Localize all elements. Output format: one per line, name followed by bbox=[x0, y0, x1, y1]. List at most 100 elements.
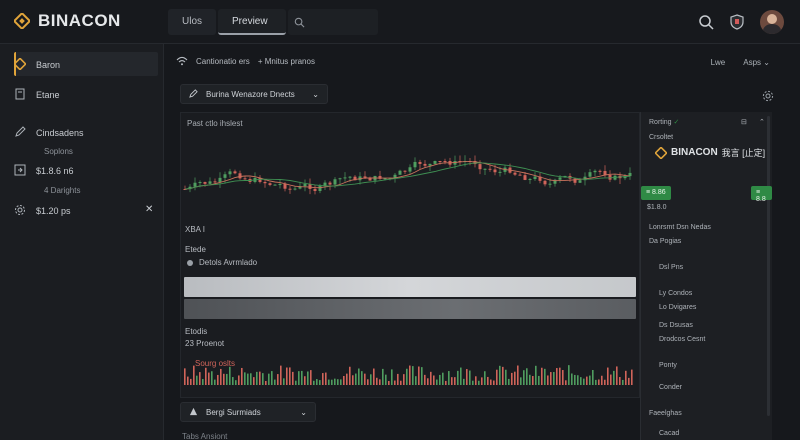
right-panel-title: Rorting ✓ bbox=[649, 119, 680, 126]
lock-icon[interactable]: ⊟ bbox=[741, 118, 747, 126]
right-list-item[interactable]: Da Pogias bbox=[649, 238, 681, 245]
volume-bar bbox=[514, 371, 516, 385]
scrollbar[interactable] bbox=[767, 116, 770, 416]
right-list-item[interactable]: Cacad bbox=[659, 430, 679, 437]
candle-body bbox=[213, 181, 217, 183]
volume-bar bbox=[502, 366, 504, 385]
volume-bar bbox=[544, 368, 546, 385]
volume-bar bbox=[325, 372, 327, 385]
sidebar-item-etane[interactable]: Etane bbox=[14, 88, 60, 102]
sidebar-item-baron[interactable]: Baron bbox=[13, 57, 60, 72]
bottom-label-cut: Tabs Ansiont bbox=[182, 432, 228, 440]
right-list-item[interactable]: Ds Dsusas bbox=[659, 322, 693, 329]
control-asps[interactable]: Asps ⌄ bbox=[743, 58, 770, 67]
candle-body bbox=[233, 171, 237, 174]
tab-preview[interactable]: Preview bbox=[218, 9, 286, 35]
tab-search[interactable] bbox=[287, 9, 378, 35]
right-list-item[interactable]: Conder bbox=[659, 384, 682, 391]
candle-body bbox=[528, 179, 532, 181]
sidebar-subitem[interactable]: 4 Darights bbox=[44, 186, 80, 195]
volume-bar bbox=[547, 375, 549, 385]
volume-bar bbox=[436, 379, 438, 385]
right-list-item[interactable]: Ponty bbox=[659, 362, 677, 369]
depth-bar-dark bbox=[184, 299, 636, 319]
dot-icon bbox=[187, 259, 193, 266]
volume-bar bbox=[322, 373, 324, 385]
sidebar-item-price-2[interactable]: $1.20 ps bbox=[14, 204, 71, 218]
volume-bar bbox=[472, 380, 474, 385]
sidebar-item-cindsadens[interactable]: Cindsadens bbox=[14, 126, 84, 140]
volume-bar bbox=[277, 374, 279, 385]
market-dropdown[interactable]: Burina Wenazore Dnects ⌄ bbox=[180, 84, 328, 104]
volume-bar bbox=[415, 376, 417, 385]
candle-body bbox=[413, 161, 417, 168]
control-lwe[interactable]: Lwe bbox=[711, 58, 726, 67]
volume-bar bbox=[328, 379, 330, 385]
volume-chart bbox=[184, 365, 633, 385]
volume-bar bbox=[256, 371, 258, 385]
sidebar-item-label: Etane bbox=[36, 90, 60, 100]
chevron-up-icon[interactable]: ⌃ bbox=[759, 118, 765, 126]
candle-body bbox=[523, 175, 527, 180]
candle-body bbox=[268, 183, 272, 185]
volume-bar bbox=[490, 379, 492, 385]
volume-bar bbox=[577, 375, 579, 385]
volume-bar bbox=[430, 371, 432, 385]
candle-body bbox=[398, 170, 402, 175]
candle-body bbox=[263, 181, 267, 184]
volume-bar bbox=[421, 367, 423, 385]
volume-bar bbox=[355, 373, 357, 385]
sidebar-item-price-1[interactable]: $1.8.6 n6 bbox=[14, 164, 74, 178]
right-list-item[interactable]: Lonrsmt Dsn Nedas bbox=[649, 224, 711, 231]
volume-bar bbox=[193, 365, 195, 385]
candle-body bbox=[218, 177, 222, 183]
section-subtitle: Detols Avrmlado bbox=[187, 258, 257, 267]
volume-bar bbox=[616, 366, 618, 385]
tab-ulos[interactable]: Ulos bbox=[168, 9, 217, 35]
volume-bar bbox=[334, 378, 336, 385]
candle-body bbox=[403, 170, 407, 172]
volume-bar bbox=[580, 377, 582, 385]
logo[interactable]: BINACON bbox=[12, 11, 121, 31]
sidebar-subitem[interactable]: Soplons bbox=[44, 147, 73, 156]
volume-bar bbox=[220, 368, 222, 385]
volume-bar bbox=[292, 371, 294, 385]
candle-body bbox=[288, 188, 292, 190]
candle-body bbox=[308, 184, 312, 189]
search-icon[interactable] bbox=[698, 14, 714, 30]
right-panel: Rorting ✓ ⊟ ⌃ Crsoltet BINACON 我言 [止定] ≡… bbox=[640, 112, 772, 440]
right-list-item[interactable]: Drodcos Cesnt bbox=[659, 336, 705, 343]
candle-body bbox=[303, 184, 307, 187]
bottom-dropdown[interactable]: Bergi Surmiads ⌄ bbox=[180, 402, 316, 422]
volume-bar bbox=[286, 367, 288, 385]
chevron-down-icon: ⌄ bbox=[763, 58, 770, 67]
gear-icon[interactable] bbox=[762, 90, 774, 104]
main-area: Cantionatio ers + Mnitus pranos Lwe Asps… bbox=[164, 44, 800, 440]
volume-bar bbox=[361, 371, 363, 385]
volume-bar bbox=[391, 369, 393, 385]
volume-bar bbox=[508, 378, 510, 385]
volume-bar bbox=[271, 371, 273, 385]
volume-bar bbox=[523, 370, 525, 385]
right-list-item[interactable]: Faeelghas bbox=[649, 410, 682, 417]
sidebar-item-label: Cindsadens bbox=[36, 128, 84, 138]
volume-bar bbox=[232, 377, 234, 385]
right-list-item[interactable]: Ly Condos bbox=[659, 290, 692, 297]
right-list-item[interactable]: Dsl Pns bbox=[659, 264, 683, 271]
close-icon[interactable]: ✕ bbox=[145, 204, 153, 215]
volume-bar bbox=[199, 372, 201, 385]
avatar[interactable] bbox=[760, 10, 784, 34]
candlestick-chart[interactable] bbox=[181, 149, 641, 219]
volume-bar bbox=[283, 378, 285, 385]
price-badge-left[interactable]: ≡ 8.86 bbox=[641, 186, 671, 200]
candle-body bbox=[438, 161, 442, 162]
price-badge-right[interactable]: ≡ 8.8 bbox=[751, 186, 772, 203]
volume-bar bbox=[424, 374, 426, 385]
volume-bar bbox=[370, 374, 372, 385]
volume-bar bbox=[223, 373, 225, 385]
volume-bar bbox=[211, 371, 213, 385]
right-list-item[interactable]: Lo Dvigares bbox=[659, 304, 696, 311]
candle-body bbox=[408, 167, 412, 172]
shield-icon[interactable] bbox=[730, 14, 744, 30]
moving-average-line bbox=[184, 161, 631, 190]
